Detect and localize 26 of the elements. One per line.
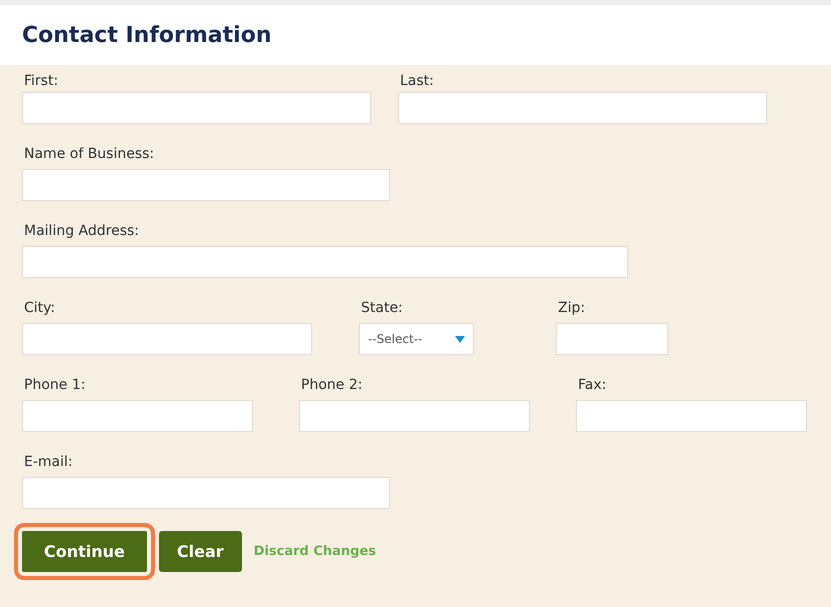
input-field[interactable]: [22, 477, 390, 509]
field-label: Zip:: [557, 300, 586, 317]
field-label: Fax:: [577, 377, 608, 394]
field-label: E-mail:: [23, 454, 74, 471]
input-field[interactable]: [22, 323, 312, 355]
caret-icon: [455, 336, 465, 342]
field-label: Name of Business:: [23, 146, 156, 163]
field-label: Phone 2:: [300, 377, 364, 394]
field-label: State:: [360, 300, 404, 317]
input-field[interactable]: [556, 323, 668, 355]
field-label: Last:: [399, 73, 435, 90]
input-field[interactable]: [398, 92, 767, 124]
field-label: Mailing Address:: [23, 223, 140, 240]
input-field[interactable]: [299, 400, 530, 432]
input-field[interactable]: [22, 92, 371, 124]
form-title: Contact Information: [22, 22, 272, 48]
form-button[interactable]: Clear: [158, 531, 242, 572]
field-label: First:: [23, 73, 60, 90]
state-dropdown[interactable]: --Select--: [359, 323, 474, 355]
form-button[interactable]: Continue: [14, 523, 155, 580]
input-field[interactable]: [22, 400, 253, 432]
input-field[interactable]: [576, 400, 807, 432]
input-field[interactable]: [22, 246, 628, 278]
input-field[interactable]: [22, 169, 390, 201]
field-label: City:: [23, 300, 56, 317]
field-label: Phone 1:: [23, 377, 86, 394]
